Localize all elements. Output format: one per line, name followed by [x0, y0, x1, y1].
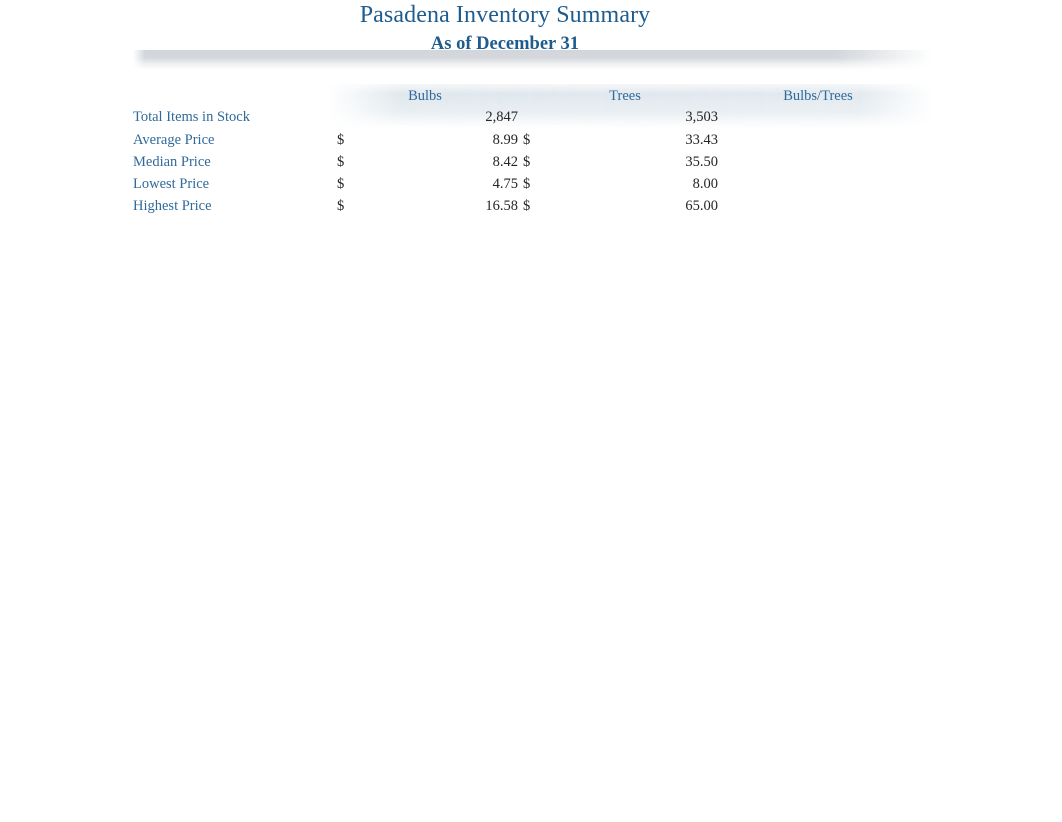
cell-bulbs-value: 16.58: [485, 198, 518, 214]
table-row: Highest Price $ 16.58 $ 65.00: [0, 195, 1062, 217]
cell-bulbs-currency: $: [337, 154, 345, 170]
row-label: Total Items in Stock: [133, 109, 250, 125]
cell-trees-currency: $: [523, 154, 531, 170]
table-row: Average Price $ 8.99 $ 33.43: [0, 129, 1062, 151]
page-title: Pasadena Inventory Summary: [359, 2, 651, 28]
row-label: Median Price: [133, 154, 211, 170]
column-header-trees: Trees: [609, 88, 641, 104]
title-block: Pasadena Inventory Summary As of Decembe…: [0, 0, 1010, 57]
table-row: Median Price $ 8.42 $ 35.50: [0, 151, 1062, 173]
cell-trees-value: 65.00: [685, 198, 718, 214]
cell-bulbs-currency: $: [337, 176, 345, 192]
header-divider-bar: [133, 50, 933, 70]
cell-bulbs-value: 8.99: [492, 132, 518, 148]
cell-bulbs-value: 8.42: [492, 154, 518, 170]
cell-trees-value: 35.50: [685, 154, 718, 170]
row-label: Highest Price: [133, 198, 212, 214]
cell-trees-value: 3,503: [685, 109, 718, 125]
cell-trees-currency: $: [523, 198, 531, 214]
cell-bulbs-currency: $: [337, 132, 345, 148]
cell-trees-value: 8.00: [692, 176, 718, 192]
row-label: Lowest Price: [133, 176, 210, 192]
cell-bulbs-value: 4.75: [492, 176, 518, 192]
cell-trees-value: 33.43: [685, 132, 718, 148]
cell-trees-currency: $: [523, 132, 531, 148]
column-header-bulbs-trees: Bulbs/Trees: [783, 88, 853, 104]
cell-bulbs-value: 2,847: [485, 109, 518, 125]
column-header-bulbs: Bulbs: [408, 88, 442, 104]
row-label: Average Price: [133, 132, 215, 148]
table-row: Lowest Price $ 4.75 $ 8.00: [0, 173, 1062, 195]
table-row: Total Items in Stock 2,847 3,503: [0, 106, 1062, 128]
cell-bulbs-currency: $: [337, 198, 345, 214]
cell-trees-currency: $: [523, 176, 531, 192]
spreadsheet-page: Pasadena Inventory Summary As of Decembe…: [0, 0, 1062, 822]
